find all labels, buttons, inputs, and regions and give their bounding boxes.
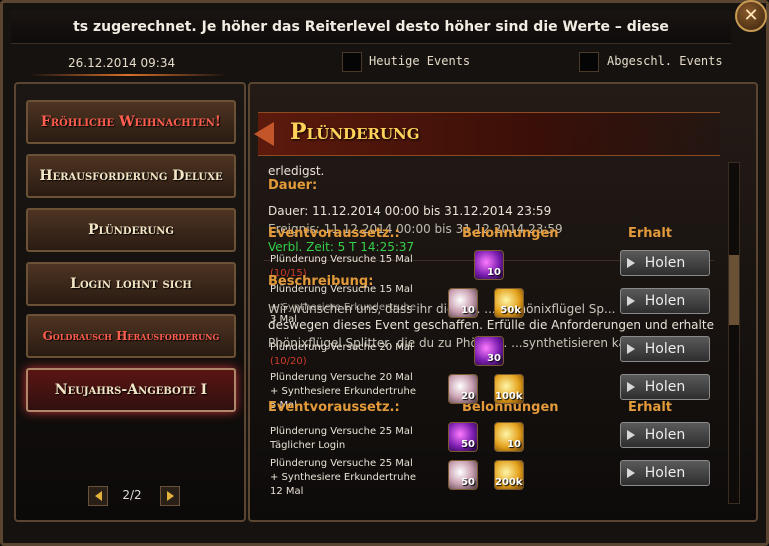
prev-page-button[interactable]: [88, 486, 108, 506]
row-requirement: Plünderung Versuche 20 Mal: [270, 372, 413, 383]
claim-button[interactable]: Holen: [620, 374, 710, 400]
reward-orb-icon: 50: [448, 422, 478, 452]
reward-pearl-icon: 10: [448, 288, 478, 318]
news-ticker: ts zugerechnet. Je höher das Reiterlevel…: [11, 11, 731, 44]
reward-coin-icon: 200k: [494, 460, 524, 490]
sidebar-pager: 2/2: [88, 486, 180, 506]
reward-pearl-icon: 50: [448, 460, 478, 490]
today-events-label: Heutige Events: [369, 54, 471, 68]
reward-pearl-icon: 20: [448, 374, 478, 404]
reward-orb-icon: 30: [474, 336, 504, 366]
sidebar-item-goldrausch[interactable]: Goldrausch Herausforderung: [26, 314, 236, 358]
sidebar-item-pluenderung[interactable]: Plünderung: [26, 208, 236, 252]
row-requirement: Plünderung Versuche 25 Mal: [270, 426, 413, 437]
close-icon: ✕: [743, 5, 759, 26]
remaining-time: Verbl. Zeit: 5 T 14:25:37: [268, 240, 415, 254]
row-requirement-extra: + Synthesiere Erkundertruhe: [270, 472, 416, 483]
col-rewards: Belohnungen: [462, 226, 559, 241]
sidebar-item-neujahrs-angebote[interactable]: Neujahrs-Angebote I: [26, 368, 236, 412]
row-requirement: Plünderung Versuche 20 Mal: [270, 342, 413, 353]
row-requirement-extra: + Synthesiere Erkundertruhe: [270, 302, 416, 313]
sidebar-item-froehliche-weihnachten[interactable]: Fröhliche Weihnachten!: [26, 100, 236, 144]
col-received: Erhalt: [628, 226, 672, 241]
reward-orb-icon: 10: [474, 250, 504, 280]
row-requirement-extra: Täglicher Login: [270, 440, 346, 451]
server-datetime: 26.12.2014 09:34: [68, 56, 176, 70]
row-requirement: Plünderung Versuche 15 Mal: [270, 254, 413, 265]
arrow-left-icon: [94, 491, 102, 501]
event-title: Plünderung: [290, 119, 420, 145]
dauer-heading: Dauer:: [268, 178, 318, 193]
page-indicator: 2/2: [110, 486, 154, 504]
scrollbar[interactable]: [728, 162, 740, 504]
row-requirement-extra: + Synthesiere Erkundertruhe: [270, 386, 416, 397]
banner-arrow-icon: [254, 122, 274, 146]
next-page-button[interactable]: [160, 486, 180, 506]
description-line: deswegen dieses Event geschaffen. Erfüll…: [268, 318, 714, 332]
today-events-checkbox[interactable]: [342, 52, 362, 72]
col-received: Erhalt: [628, 400, 672, 415]
top-bar: 26.12.2014 09:34 Heutige Events Abgeschl…: [8, 44, 760, 82]
arrow-right-icon: [166, 491, 174, 501]
scrollbar-thumb[interactable]: [729, 255, 739, 325]
claim-button[interactable]: Holen: [620, 460, 710, 486]
col-requirements: Eventvoraussetz.:: [268, 226, 400, 241]
finished-events-checkbox[interactable]: [579, 52, 599, 72]
col-requirements: Eventvoraussetz.:: [268, 400, 400, 415]
event-banner: Plünderung: [254, 112, 720, 156]
finished-events-label: Abgeschl. Events: [607, 54, 723, 68]
close-button[interactable]: ✕: [735, 0, 767, 32]
sidebar-item-herausforderung-deluxe[interactable]: Herausforderung Deluxe: [26, 154, 236, 198]
claim-button[interactable]: Holen: [620, 336, 710, 362]
sidebar-item-login-lohnt-sich[interactable]: Login lohnt sich: [26, 262, 236, 306]
divider: [28, 74, 228, 76]
claim-button[interactable]: Holen: [620, 250, 710, 276]
claim-button[interactable]: Holen: [620, 288, 710, 314]
reward-coin-icon: 10: [494, 422, 524, 452]
row-requirement: Plünderung Versuche 25 Mal: [270, 458, 413, 469]
desc-fragment: erledigst.: [268, 164, 325, 178]
row-requirement-count: 12 Mal: [270, 486, 304, 497]
claim-button[interactable]: Holen: [620, 422, 710, 448]
reward-coin-icon: 100k: [494, 374, 524, 404]
reward-coin-icon: 50k: [494, 288, 524, 318]
event-sidebar: Fröhliche Weihnachten! Herausforderung D…: [14, 82, 246, 522]
dauer-value: Dauer: 11.12.2014 00:00 bis 31.12.2014 2…: [268, 204, 552, 218]
event-content: Plünderung erledigst. Dauer: Dauer: 11.1…: [248, 82, 758, 522]
row-progress: (10/20): [270, 356, 307, 367]
row-requirement: Plünderung Versuche 15 Mal: [270, 284, 413, 295]
